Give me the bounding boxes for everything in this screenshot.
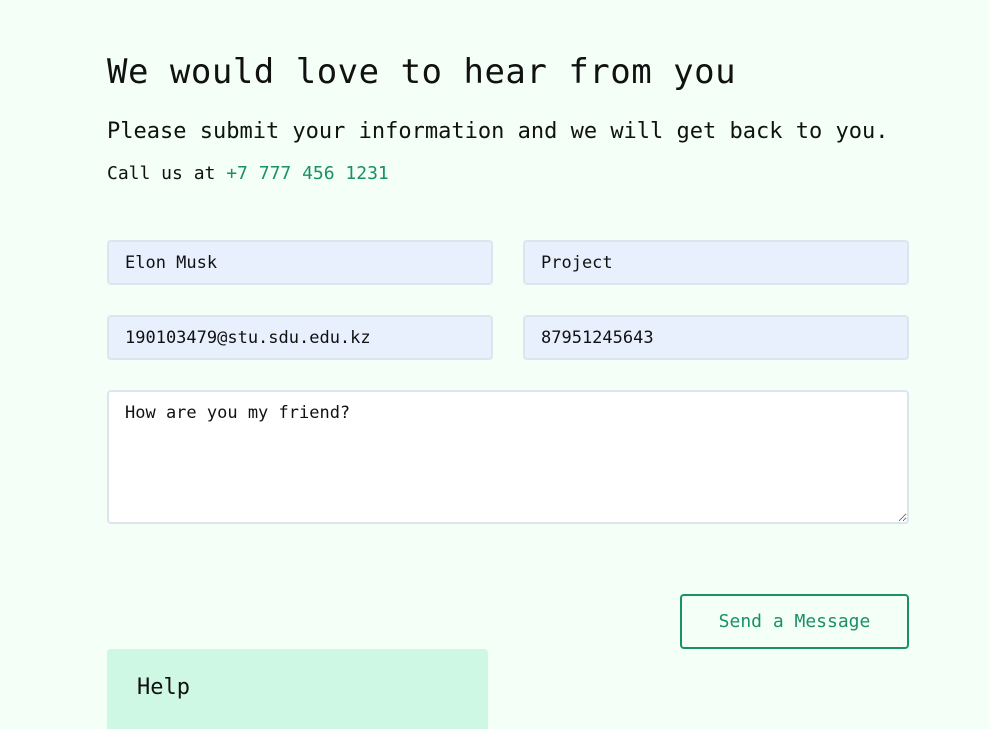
name-field[interactable] [107,240,493,285]
help-title: Help [137,675,190,700]
help-card: Help [107,649,488,729]
call-us-line: Call us at +7 777 456 1231 [107,163,389,184]
message-textarea[interactable]: How are you my friend? [107,390,909,524]
email-field[interactable] [107,315,493,360]
phone-link[interactable]: +7 777 456 1231 [226,163,389,184]
phone-field[interactable] [523,315,909,360]
subject-field[interactable] [523,240,909,285]
page-subtitle: Please submit your information and we wi… [107,119,889,144]
send-message-button[interactable]: Send a Message [680,594,909,649]
page-title: We would love to hear from you [107,52,737,92]
call-us-label: Call us at [107,163,227,184]
